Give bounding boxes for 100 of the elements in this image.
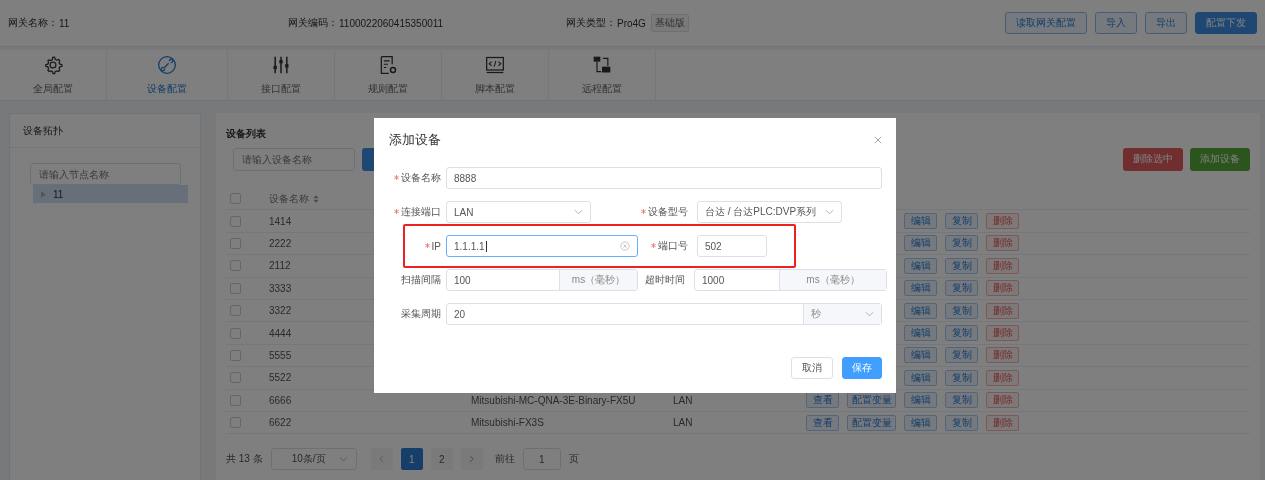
checkbox[interactable] <box>230 282 241 294</box>
panel-title: 设备拓扑 <box>10 114 200 148</box>
row-action-button[interactable]: 复制 <box>945 325 978 342</box>
row-action-button[interactable]: 配置变量 <box>847 414 896 431</box>
table-cell: LAN <box>673 417 693 429</box>
dialog-button[interactable]: 保存 <box>842 357 882 379</box>
text-field[interactable]: 8888 <box>446 167 882 189</box>
row-action-button[interactable]: 查看 <box>806 414 839 431</box>
tree-item[interactable]: 11 <box>33 185 188 203</box>
document-gear-icon <box>378 54 398 75</box>
row-action-button[interactable]: 复制 <box>945 392 978 409</box>
clear-icon[interactable] <box>620 241 630 251</box>
checkbox[interactable] <box>230 349 241 361</box>
checkbox[interactable] <box>230 372 241 384</box>
node-search-field[interactable]: 请输入节点名称 <box>30 163 181 185</box>
row-action-button[interactable]: 编辑 <box>904 392 937 409</box>
text-field[interactable]: 1.1.1.1 <box>446 235 638 257</box>
nav-tab[interactable]: 脚本配置 <box>442 50 549 100</box>
table-cell: 2222 <box>269 237 292 249</box>
column-header[interactable]: 设备名称 <box>269 191 319 206</box>
sliders-icon <box>271 54 291 75</box>
expand-triangle-icon[interactable] <box>41 190 46 198</box>
field-label: 设备名称 <box>394 171 441 185</box>
checkbox[interactable] <box>230 193 241 205</box>
goto-label: 前往 <box>494 452 515 467</box>
row-action-button[interactable]: 编辑 <box>904 325 937 342</box>
nav-tab[interactable]: 远程配置 <box>549 50 656 100</box>
row-action-button[interactable]: 删除 <box>986 235 1019 252</box>
dialog-button[interactable]: 取消 <box>791 357 833 379</box>
row-action-button[interactable]: 删除 <box>986 257 1019 274</box>
row-action-button[interactable]: 删除 <box>986 280 1019 297</box>
checkbox[interactable] <box>230 327 241 339</box>
row-action-button[interactable]: 删除 <box>986 392 1019 409</box>
list-action-button[interactable]: 删除选中 <box>1123 147 1183 171</box>
table-cell: LAN <box>673 394 693 406</box>
row-action-button[interactable]: 删除 <box>986 347 1019 364</box>
code-screen-icon <box>485 54 505 75</box>
row-action-button[interactable]: 编辑 <box>904 280 937 297</box>
gear-icon <box>43 54 63 75</box>
toolbar-button[interactable]: 导出 <box>1145 12 1187 34</box>
gateway-info-value: 11 <box>59 17 70 29</box>
select-field[interactable]: LAN <box>446 201 591 223</box>
row-action-button[interactable]: 编辑 <box>904 302 937 319</box>
list-action-button[interactable]: 添加设备 <box>1190 147 1250 171</box>
toolbar-button[interactable]: 读取网关配置 <box>1005 12 1087 34</box>
field-label: 采集周期 <box>400 307 441 321</box>
nav-tab[interactable]: 接口配置 <box>228 50 335 100</box>
nav-tab[interactable]: 全局配置 <box>0 50 107 100</box>
row-action-button[interactable]: 复制 <box>945 235 978 252</box>
row-action-button[interactable]: 复制 <box>945 414 978 431</box>
row-action-button[interactable]: 复制 <box>945 257 978 274</box>
row-action-button[interactable]: 编辑 <box>904 414 937 431</box>
page-size-select[interactable]: 10条/页 <box>270 448 357 471</box>
nav-tab[interactable]: 设备配置 <box>107 50 228 100</box>
previous-page-button[interactable] <box>370 448 393 471</box>
dialog-title: 添加设备 <box>389 131 441 149</box>
table-cell: 6622 <box>269 417 292 429</box>
row-action-button[interactable]: 删除 <box>986 414 1019 431</box>
device-search-field[interactable]: 请输入设备名称 <box>233 147 355 171</box>
checkbox[interactable] <box>230 260 241 272</box>
chevron-right-icon <box>469 455 475 464</box>
row-action-button[interactable]: 复制 <box>945 369 978 386</box>
row-action-button[interactable]: 复制 <box>945 213 978 230</box>
table-cell: Mitsubishi-MC-QNA-3E-Binary-FX5U <box>471 394 636 406</box>
row-action-button[interactable]: 编辑 <box>904 235 937 252</box>
page-number-button[interactable]: 1 <box>400 448 423 471</box>
select-field[interactable]: 台达 / 台达PLC:DVP系列 <box>697 201 842 223</box>
table-cell: 3322 <box>269 305 292 317</box>
checkbox[interactable] <box>230 215 241 227</box>
row-action-button[interactable]: 删除 <box>986 325 1019 342</box>
row-action-button[interactable]: 复制 <box>945 302 978 319</box>
row-action-button[interactable]: 编辑 <box>904 213 937 230</box>
total-count: 共 13 条 <box>226 452 263 467</box>
text-field[interactable]: 502 <box>697 235 767 257</box>
checkbox[interactable] <box>230 417 241 429</box>
table-cell: Mitsubishi-FX3S <box>471 417 544 429</box>
checkbox[interactable] <box>230 394 241 406</box>
close-icon[interactable] <box>874 136 882 144</box>
row-action-button[interactable]: 编辑 <box>904 347 937 364</box>
network-icon <box>592 54 612 75</box>
row-action-button[interactable]: 编辑 <box>904 369 937 386</box>
row-action-button[interactable]: 复制 <box>945 280 978 297</box>
gateway-info-label: 网关编码： <box>288 16 338 30</box>
toolbar-button[interactable]: 导入 <box>1095 12 1137 34</box>
next-page-button[interactable] <box>460 448 483 471</box>
nav-tab[interactable]: 规则配置 <box>335 50 442 100</box>
gateway-info-value: 1100022060415350011 <box>339 17 444 29</box>
row-action-button[interactable]: 编辑 <box>904 257 937 274</box>
chevron-down-icon <box>338 456 348 463</box>
toolbar-button[interactable]: 配置下发 <box>1195 12 1257 34</box>
row-action-button[interactable]: 删除 <box>986 369 1019 386</box>
field-label: 扫描间隔 <box>400 273 441 287</box>
row-action-button[interactable]: 删除 <box>986 302 1019 319</box>
row-action-button[interactable]: 复制 <box>945 347 978 364</box>
wrench-icon <box>157 54 177 75</box>
checkbox[interactable] <box>230 305 241 317</box>
checkbox[interactable] <box>230 237 241 249</box>
row-action-button[interactable]: 删除 <box>986 213 1019 230</box>
goto-page-field[interactable]: 1 <box>522 448 561 471</box>
page-number-button[interactable]: 2 <box>430 448 453 471</box>
